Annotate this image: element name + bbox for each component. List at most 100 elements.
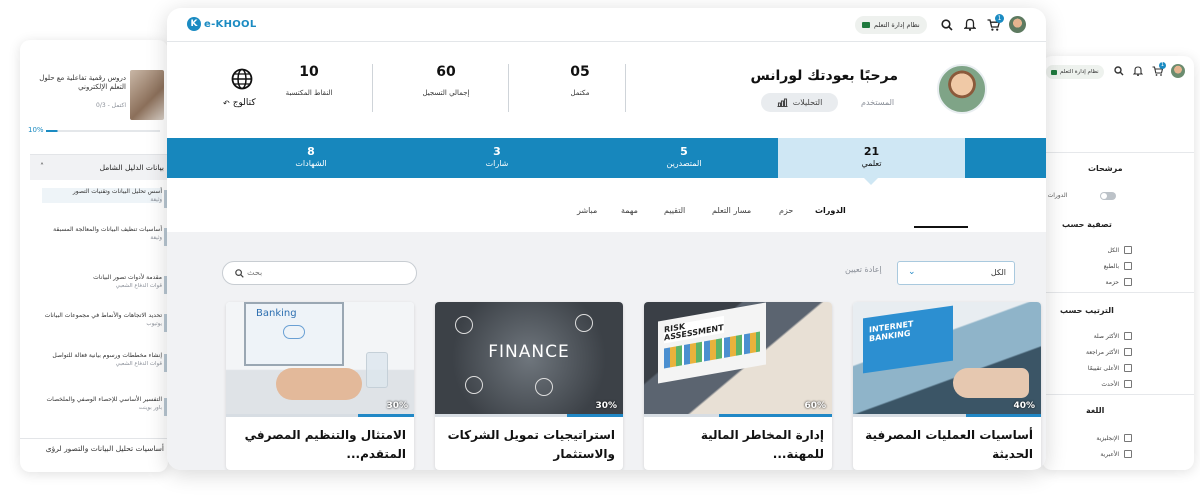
checkbox[interactable] <box>1124 380 1132 388</box>
search-icon[interactable] <box>1114 66 1124 76</box>
course-player-panel: دروس رقمية تفاعلية مع حلول التعلم الإلكت… <box>20 40 168 472</box>
course-card[interactable]: INTERNET BANKING 40% أساسيات العمليات ال… <box>853 302 1041 470</box>
laptop-screen: INTERNET BANKING <box>863 305 953 374</box>
checkbox[interactable] <box>1124 364 1132 372</box>
lesson-type: باور بوينت <box>138 405 162 412</box>
option-row[interactable]: حزمة <box>1052 278 1132 286</box>
option-row[interactable]: بالطبع <box>1052 262 1132 270</box>
filter-tab-bundles[interactable]: حزم <box>779 206 793 215</box>
lesson-type: يوتيوب <box>146 321 162 328</box>
avatar[interactable] <box>1009 16 1026 33</box>
sort-by-title: الترتيب حسب <box>1060 306 1114 315</box>
course-progress-label: 30% <box>595 401 617 411</box>
option-row[interactable]: الأحدث <box>1052 380 1132 388</box>
option-label: الكل <box>1107 246 1119 254</box>
my-learning-window: K e-KHOOL نظام إدارة التعلم 1 مرحبًا بعو… <box>167 8 1046 470</box>
analytics-button[interactable]: التحليلات <box>761 93 838 112</box>
course-image: INTERNET BANKING 40% <box>853 302 1041 414</box>
chart-icon <box>777 98 788 107</box>
lesson-type: وثيقة <box>150 197 162 204</box>
lesson-title: التفسير الأساسي للإحصاء الوصفي والملخصات <box>46 396 162 403</box>
lms-badge[interactable]: نظام إدارة التعلم <box>1046 65 1104 79</box>
finance-icon <box>455 316 473 334</box>
course-progress-bar <box>853 414 1041 417</box>
checkbox[interactable] <box>1124 332 1132 340</box>
lesson-item[interactable]: التفسير الأساسي للإحصاء الوصفي والملخصات… <box>42 396 162 411</box>
laptop-screen: RISK ASSESSMENT <box>658 302 766 384</box>
section-header[interactable]: بيانات الدليل الشامل ˄ <box>30 154 168 180</box>
lms-badge-label: نظام إدارة التعلم <box>1060 69 1099 75</box>
search-icon[interactable] <box>941 19 953 31</box>
option-row[interactable]: الأعبرية <box>1052 450 1132 458</box>
laptop-screen: Banking <box>244 302 344 366</box>
avatar[interactable] <box>1171 64 1185 78</box>
filter-tab-learning-path[interactable]: مسار التعلم <box>712 206 751 215</box>
finance-text: FINANCE <box>488 342 570 362</box>
greeting: مرحبًا بعودتك لورانس <box>750 68 898 84</box>
divider <box>1042 292 1194 293</box>
option-row[interactable]: الأكثر صلة <box>1052 332 1132 340</box>
globe-icon[interactable] <box>231 68 253 90</box>
status-select[interactable]: ⌄ الكل <box>897 261 1015 285</box>
filter-tab-live[interactable]: مباشر <box>577 206 597 215</box>
tab-leaderboard[interactable]: 5 المتصدرين <box>624 138 744 178</box>
lms-badge-label: نظام إدارة التعلم <box>874 21 920 29</box>
filter-tab-assignment[interactable]: مهمة <box>621 206 638 215</box>
checkbox[interactable] <box>1124 450 1132 458</box>
stat-divider <box>508 64 509 112</box>
option-row[interactable]: الإنجليزية <box>1052 434 1132 442</box>
option-row[interactable]: الكل <box>1052 246 1132 254</box>
checkbox[interactable] <box>1124 278 1132 286</box>
lesson-title: أسس تحليل البيانات وتقنيات التصور <box>72 188 162 195</box>
search-input[interactable]: بحث <box>222 261 417 285</box>
lesson-item[interactable]: أساسيات تنظيف البيانات والمعالجة المسبقة… <box>42 226 162 241</box>
course-title: أساسيات العمليات المصرفية الحديثة <box>865 428 1033 461</box>
divider <box>1042 394 1194 395</box>
checkbox[interactable] <box>1124 348 1132 356</box>
filter-tab-courses[interactable]: الدورات <box>815 206 846 215</box>
reset-button[interactable]: إعادة تعيين <box>845 265 882 274</box>
logo[interactable]: K e-KHOOL <box>187 17 257 31</box>
option-row[interactable]: الأعلى تقييمًا <box>1052 364 1132 372</box>
lesson-item[interactable]: أسس تحليل البيانات وتقنيات التصور وثيقة <box>42 188 162 204</box>
course-progress-bar <box>644 414 832 417</box>
course-progress-fill <box>566 414 623 417</box>
tab-badges[interactable]: 3 شارات <box>437 138 557 178</box>
user-role: المستخدم <box>861 98 895 107</box>
checkbox[interactable] <box>1124 434 1132 442</box>
filter-tab-underline <box>914 226 968 228</box>
filter-tab-assessment[interactable]: التقييم <box>664 206 685 215</box>
stat-enrolled-value: 60 <box>436 64 456 80</box>
course-card[interactable]: Banking 30% الامتثال والتنظيم المصرفي ال… <box>226 302 414 470</box>
lesson-item[interactable]: تحديد الاتجاهات والأنماط في مجموعات البي… <box>42 312 162 327</box>
course-image: FINANCE 30% <box>435 302 623 414</box>
catalog-link[interactable]: كتالوج ↶ <box>223 98 256 108</box>
glass-illustration <box>366 352 388 388</box>
tab-my-learning[interactable]: 21 تعلمي <box>778 138 965 178</box>
option-label: الإنجليزية <box>1096 434 1119 442</box>
option-label: الأعبرية <box>1100 450 1119 458</box>
logo-mark-icon: K <box>187 17 201 31</box>
course-card[interactable]: FINANCE 30% استراتيجيات تمويل الشركات وا… <box>435 302 623 470</box>
lms-badge[interactable]: نظام إدارة التعلم <box>855 16 927 34</box>
lesson-item[interactable]: إنشاء مخططات ورسوم بيانية فعالة للتواصل ق… <box>42 352 162 367</box>
course-card[interactable]: RISK ASSESSMENT 60% إدارة المخاطر المالي… <box>644 302 832 470</box>
tab-certificates[interactable]: 8 الشهادات <box>251 138 371 178</box>
status-select-value: الكل <box>990 268 1006 277</box>
checkbox[interactable] <box>1124 246 1132 254</box>
lesson-title: أساسيات تنظيف البيانات والمعالجة المسبقة <box>53 226 162 233</box>
stat-points-value: 10 <box>299 64 319 80</box>
course-progress-fill <box>719 414 832 417</box>
search-placeholder: بحث <box>247 268 263 277</box>
tab-certificates-label: الشهادات <box>295 159 327 168</box>
option-row[interactable]: الأكثر مراجعة <box>1052 348 1132 356</box>
lesson-item[interactable]: مقدمة لأدوات تصور البيانات قوات الدفاع ال… <box>42 274 162 289</box>
bell-icon[interactable] <box>964 18 976 31</box>
graph-icon <box>283 325 305 339</box>
catalog-label: كتالوج <box>232 98 256 108</box>
courses-toggle[interactable] <box>1100 192 1116 200</box>
stat-completed-label: مكتمل <box>570 89 590 97</box>
checkbox[interactable] <box>1124 262 1132 270</box>
course-progress-label: 10% <box>28 126 44 134</box>
bell-icon[interactable] <box>1133 66 1143 76</box>
